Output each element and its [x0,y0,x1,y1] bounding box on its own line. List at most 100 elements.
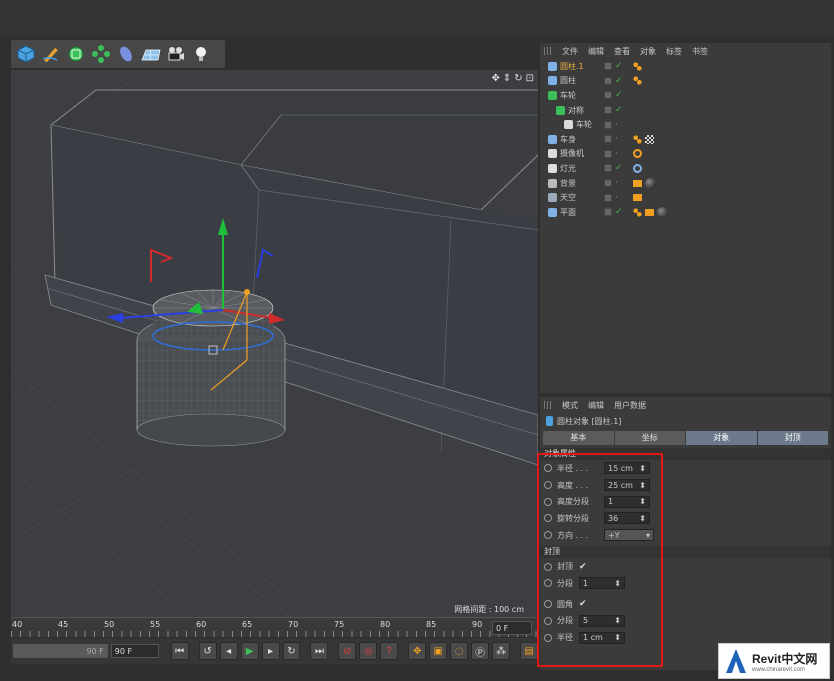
caps-checkbox[interactable]: ✔ [579,562,587,572]
next-frame-button[interactable]: ▸ [261,642,280,660]
enabled-check-icon[interactable]: ✓ [615,106,623,115]
menu-user-data[interactable]: 用户数据 [614,400,646,411]
go-to-end-button[interactable]: ⏭ [310,642,329,660]
end-frame-field[interactable]: 90 F [13,644,108,658]
object-row[interactable]: 天空 · [540,190,831,205]
anim-radio[interactable] [544,616,552,625]
layer-swatch[interactable] [604,193,612,202]
grip-icon[interactable] [544,47,552,55]
rotate-view-icon[interactable]: ↻ [514,73,522,84]
prev-frame-button[interactable]: ◂ [219,642,238,660]
enabled-check-icon[interactable]: ✓ [615,62,623,71]
height-seg-field[interactable]: 1 ⬍ [604,495,650,508]
layer-swatch[interactable] [604,106,612,115]
grid-key-icon[interactable]: ⁂ [492,642,511,660]
film-icon[interactable]: ▤ [520,642,539,660]
prev-key-button[interactable]: ↺ [198,642,217,660]
grip-icon[interactable] [544,401,552,409]
layer-swatch[interactable] [604,120,612,129]
sphere-tag-icon[interactable] [645,177,656,189]
anim-radio[interactable] [544,464,552,473]
object-row[interactable]: 圆柱 ✓ [540,74,831,89]
rotation-seg-field[interactable]: 36 ⬍ [604,512,650,525]
layer-swatch[interactable] [604,76,612,85]
menu-object[interactable]: 对象 [640,46,656,57]
object-row[interactable]: 摄像机 · [540,147,831,162]
menu-file[interactable]: 文件 [562,46,578,57]
film-tag-icon[interactable] [633,179,642,187]
anim-radio[interactable] [544,579,552,588]
layer-swatch[interactable] [604,135,612,144]
move-view-icon[interactable]: ✥ [491,73,499,84]
stepper-icon[interactable]: ⬍ [639,481,646,490]
ring-tag-icon[interactable] [633,163,642,173]
menu-mode[interactable]: 模式 [562,400,578,411]
anim-radio[interactable] [544,600,552,609]
visibility-dot-icon[interactable]: · [615,135,618,144]
fillet-seg-field[interactable]: 5 ⬍ [579,614,625,627]
menu-edit[interactable]: 编辑 [588,400,604,411]
viewport-nav[interactable]: ✥ ⇕ ↻ ⊡ [491,73,534,84]
film-tag-icon[interactable] [633,194,642,202]
menu-tags[interactable]: 标签 [666,46,682,57]
tab-caps[interactable]: 封顶 [757,431,828,445]
camera-icon[interactable] [164,43,187,66]
visibility-dot-icon[interactable]: · [615,120,618,129]
caps-seg-field[interactable]: 1 ⬍ [579,577,625,590]
layer-swatch[interactable] [604,149,612,158]
visibility-dot-icon[interactable]: · [615,193,618,202]
object-row[interactable]: 车身 · [540,132,831,147]
visibility-dot-icon[interactable]: · [615,149,618,158]
object-row[interactable]: 背景 · [540,176,831,191]
current-frame-field[interactable]: 0 F [492,621,532,635]
dots-tag-icon[interactable] [633,207,642,217]
cube-icon[interactable] [14,43,37,66]
object-row[interactable]: 车轮 · [540,117,831,132]
next-key-button[interactable]: ↻ [282,642,301,660]
anim-radio[interactable] [544,497,552,506]
tab-object[interactable]: 对象 [686,431,757,445]
object-row[interactable]: 灯光 ✓ [540,161,831,176]
dots-tag-icon[interactable] [633,76,642,86]
3d-viewport[interactable]: ✥ ⇕ ↻ ⊡ 网格间距 : 100 cm [11,70,538,617]
dots-tag-icon[interactable] [633,61,642,71]
height-field[interactable]: 25 cm ⬍ [604,479,650,492]
radius-field[interactable]: 15 cm ⬍ [604,462,650,475]
enabled-check-icon[interactable]: ✓ [615,164,623,173]
layer-swatch[interactable] [604,164,612,173]
target-tag-icon[interactable] [633,149,642,159]
anim-radio[interactable] [544,531,552,540]
floor-icon[interactable] [139,43,162,66]
sphere-tag-icon[interactable] [657,206,668,218]
menu-edit[interactable]: 编辑 [588,46,604,57]
stepper-icon[interactable]: ⬍ [614,579,621,588]
array-icon[interactable] [89,43,112,66]
anim-radio[interactable] [544,514,552,523]
auto-key-icon[interactable]: ◎ [359,642,378,660]
anim-radio[interactable] [544,562,552,571]
light-icon[interactable] [189,43,212,66]
record-icon[interactable]: ⊘ [338,642,357,660]
object-row[interactable]: 对称 ✓ [540,103,831,118]
param-key-icon[interactable]: Ⓟ [471,642,490,660]
scale-key-icon[interactable]: ▣ [429,642,448,660]
max-frame-field[interactable]: 90 F [110,644,159,658]
orientation-select[interactable]: +Y ▾ [604,529,654,542]
dots-tag-icon[interactable] [633,134,642,144]
play-button[interactable]: ▶ [240,642,259,660]
anim-radio[interactable] [544,633,552,642]
visibility-dot-icon[interactable]: · [615,179,618,188]
pen-icon[interactable] [39,43,62,66]
layer-swatch[interactable] [604,91,612,100]
object-row[interactable]: 圆柱.1 ✓ [540,59,831,74]
fillet-radius-field[interactable]: 1 cm ⬍ [579,631,625,644]
tab-coord[interactable]: 坐标 [614,431,685,445]
stepper-icon[interactable]: ⬍ [614,616,621,625]
menu-bookmarks[interactable]: 书签 [692,46,708,57]
go-to-start-button[interactable]: ⏮ [170,642,189,660]
stepper-icon[interactable]: ⬍ [639,514,646,523]
layer-swatch[interactable] [604,179,612,188]
fillet-checkbox[interactable]: ✔ [579,599,587,609]
layer-swatch[interactable] [604,208,612,217]
stepper-icon[interactable]: ⬍ [639,497,646,506]
